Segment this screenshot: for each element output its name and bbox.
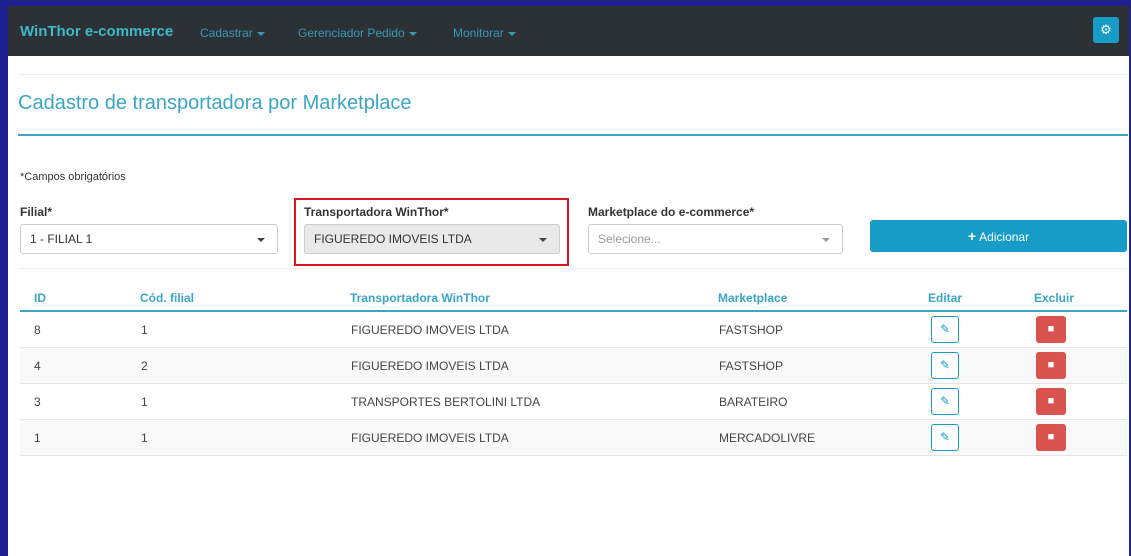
trash-icon: ■ [1047, 395, 1055, 407]
page-title: Cadastro de transportadora por Marketpla… [18, 92, 412, 114]
table-row: 4 2 FIGUEREDO IMOVEIS LTDA FASTSHOP ✎ ■ [20, 348, 1127, 384]
column-header-transportadora[interactable]: Transportadora WinThor [350, 291, 490, 305]
caret-down-icon [408, 31, 417, 36]
edit-button[interactable]: ✎ [931, 424, 959, 451]
menu-cadastrar[interactable]: Cadastrar [200, 26, 265, 40]
menu-cadastrar-label: Cadastrar [200, 26, 253, 40]
edit-icon: ✎ [939, 430, 951, 444]
edit-button[interactable]: ✎ [931, 316, 959, 343]
cell-cod-filial: 1 [141, 323, 148, 337]
edit-icon: ✎ [939, 322, 951, 336]
highlight-box [294, 198, 569, 266]
title-underline [18, 134, 1128, 136]
column-header-excluir: Excluir [1034, 291, 1075, 305]
table-row: 1 1 FIGUEREDO IMOVEIS LTDA MERCADOLIVRE … [20, 420, 1127, 456]
menu-monitorar-label: Monitorar [453, 26, 504, 40]
edit-button[interactable]: ✎ [931, 388, 959, 415]
menu-gerenciador-pedido[interactable]: Gerenciador Pedido [298, 26, 417, 40]
marketplace-label: Marketplace do e-commerce* [588, 205, 755, 219]
cell-transportadora: TRANSPORTES BERTOLINI LTDA [351, 395, 541, 409]
cell-cod-filial: 2 [141, 359, 148, 373]
column-header-cod-filial[interactable]: Cód. filial [140, 291, 194, 305]
trash-icon: ■ [1047, 323, 1055, 335]
cell-transportadora: FIGUEREDO IMOVEIS LTDA [351, 431, 509, 445]
required-fields-note: *Campos obrigatórios [20, 171, 126, 183]
add-button[interactable]: + Adicionar [870, 220, 1127, 252]
filial-label: Filial* [20, 205, 53, 219]
cell-transportadora: FIGUEREDO IMOVEIS LTDA [351, 359, 509, 373]
marketplace-select[interactable]: Selecione... [588, 224, 843, 254]
cell-marketplace: FASTSHOP [719, 359, 784, 373]
gear-icon: ⚙ [1100, 22, 1112, 37]
cell-cod-filial: 1 [141, 431, 148, 445]
trash-icon: ■ [1047, 359, 1055, 371]
marketplace-select-placeholder: Selecione... [598, 232, 661, 246]
chevron-down-icon [822, 238, 830, 242]
window-frame [0, 0, 1131, 556]
caret-down-icon [507, 31, 516, 36]
edit-icon: ✎ [939, 358, 951, 372]
top-navbar: WinThor e-commerce Cadastrar Gerenciador… [8, 6, 1129, 56]
menu-gerenciador-pedido-label: Gerenciador Pedido [298, 26, 405, 40]
add-button-label: Adicionar [979, 230, 1030, 244]
cell-cod-filial: 1 [141, 395, 148, 409]
trash-icon: ■ [1047, 431, 1055, 443]
table-row: 3 1 TRANSPORTES BERTOLINI LTDA BARATEIRO… [20, 384, 1127, 420]
cell-id: 3 [34, 395, 41, 409]
delete-button[interactable]: ■ [1036, 316, 1066, 343]
filial-select-value: 1 - FILIAL 1 [30, 232, 93, 246]
chevron-down-icon [257, 238, 265, 242]
column-header-editar: Editar [928, 291, 963, 305]
delete-button[interactable]: ■ [1036, 388, 1066, 415]
edit-button[interactable]: ✎ [931, 352, 959, 379]
divider [18, 74, 1128, 75]
cell-id: 4 [34, 359, 41, 373]
delete-button[interactable]: ■ [1036, 424, 1066, 451]
cell-id: 1 [34, 431, 41, 445]
column-header-marketplace[interactable]: Marketplace [718, 291, 787, 305]
filial-select[interactable]: 1 - FILIAL 1 [20, 224, 278, 254]
table-row: 8 1 FIGUEREDO IMOVEIS LTDA FASTSHOP ✎ ■ [20, 312, 1127, 348]
plus-icon: + [967, 228, 977, 244]
delete-button[interactable]: ■ [1036, 352, 1066, 379]
edit-icon: ✎ [939, 394, 951, 408]
caret-down-icon [256, 31, 265, 36]
settings-button[interactable]: ⚙ [1093, 17, 1119, 43]
column-header-id[interactable]: ID [34, 291, 46, 305]
cell-marketplace: MERCADOLIVRE [719, 431, 816, 445]
menu-monitorar[interactable]: Monitorar [453, 26, 516, 40]
cell-transportadora: FIGUEREDO IMOVEIS LTDA [351, 323, 509, 337]
cell-marketplace: BARATEIRO [719, 395, 788, 409]
brand-logo[interactable]: WinThor e-commerce [20, 23, 173, 40]
table-header: ID Cód. filial Transportadora WinThor Ma… [20, 285, 1127, 312]
cell-marketplace: FASTSHOP [719, 323, 784, 337]
cell-id: 8 [34, 323, 41, 337]
divider [18, 268, 1128, 269]
transportadora-table: ID Cód. filial Transportadora WinThor Ma… [20, 285, 1127, 456]
